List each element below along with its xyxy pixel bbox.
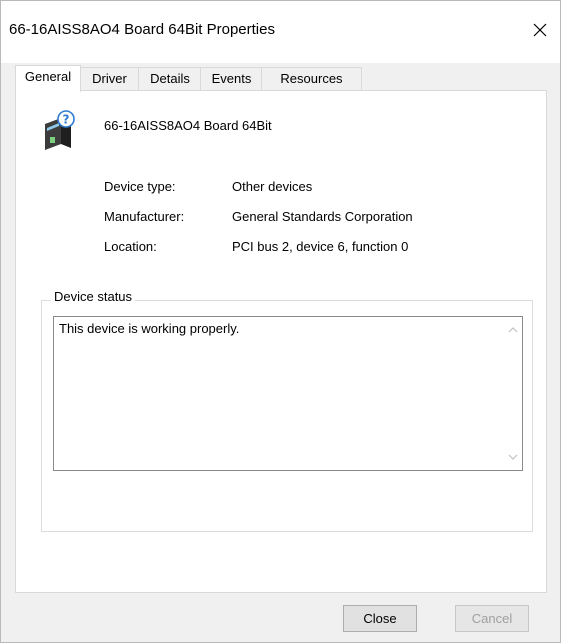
status-scrollbar[interactable] xyxy=(504,317,522,470)
location-value: PCI bus 2, device 6, function 0 xyxy=(232,239,409,254)
properties-dialog: 66-16AISS8AO4 Board 64Bit Properties Gen… xyxy=(0,0,561,643)
close-window-button[interactable] xyxy=(520,15,560,45)
svg-text:?: ? xyxy=(63,113,70,127)
tab-strip: General Driver Details Events Resources xyxy=(15,65,545,92)
tab-driver[interactable]: Driver xyxy=(79,67,140,90)
tab-details[interactable]: Details xyxy=(138,67,202,90)
close-button[interactable]: Close xyxy=(343,605,417,632)
cancel-button[interactable]: Cancel xyxy=(455,605,529,632)
device-status-text: This device is working properly. xyxy=(59,321,240,336)
device-type-label: Device type: xyxy=(104,179,176,194)
chevron-up-icon xyxy=(508,327,518,333)
window-title: 66-16AISS8AO4 Board 64Bit Properties xyxy=(9,21,275,38)
device-type-value: Other devices xyxy=(232,179,313,194)
scroll-down-button[interactable] xyxy=(504,448,522,466)
device-name: 66-16AISS8AO4 Board 64Bit xyxy=(104,118,272,133)
tab-resources[interactable]: Resources xyxy=(261,67,362,90)
tab-events[interactable]: Events xyxy=(200,67,263,90)
unknown-device-icon: ? xyxy=(45,110,75,150)
chevron-down-icon xyxy=(508,454,518,460)
tab-general[interactable]: General xyxy=(15,65,81,92)
close-icon xyxy=(533,23,547,37)
location-label: Location: xyxy=(104,239,157,254)
device-status-legend: Device status xyxy=(51,289,136,304)
device-status-textbox[interactable]: This device is working properly. xyxy=(53,316,523,471)
manufacturer-label: Manufacturer: xyxy=(104,209,185,224)
title-bar[interactable]: 66-16AISS8AO4 Board 64Bit Properties xyxy=(1,1,560,63)
manufacturer-value: General Standards Corporation xyxy=(232,209,413,224)
scroll-up-button[interactable] xyxy=(504,321,522,339)
general-panel: ? 66-16AISS8AO4 Board 64Bit Device type:… xyxy=(15,90,547,593)
